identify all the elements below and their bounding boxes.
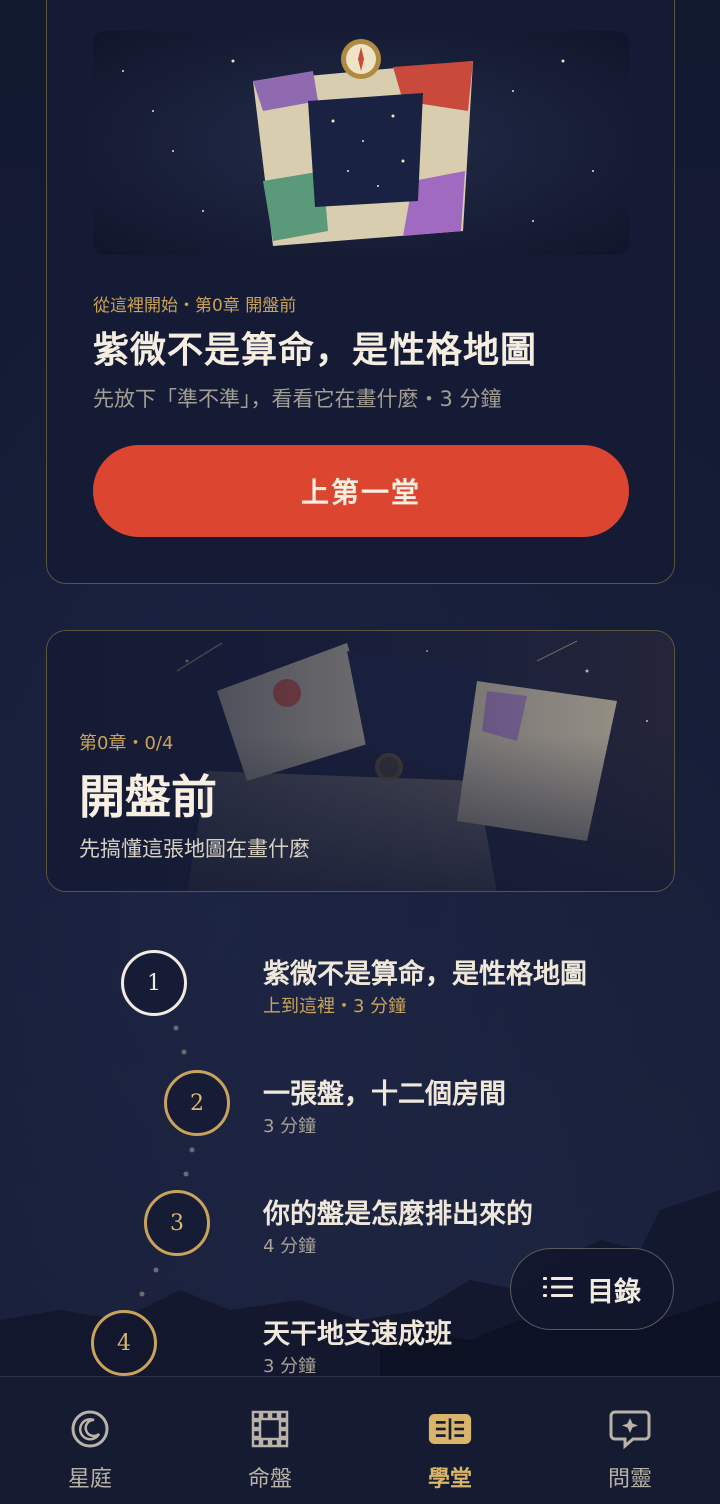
lesson-item-meta-1: 上到這裡・3 分鐘	[263, 996, 407, 1017]
chapter-title: 開盤前	[79, 770, 217, 824]
moon-icon	[68, 1407, 112, 1451]
lesson-node-1[interactable]: 1	[121, 950, 187, 1016]
chapter-progress: 第0章・0/4	[79, 733, 174, 754]
list-icon	[543, 1275, 573, 1303]
lesson-node-2[interactable]: 2	[164, 1070, 230, 1136]
lesson-item-meta-2: 3 分鐘	[263, 1116, 317, 1137]
nav-label-academy: 學堂	[427, 1467, 472, 1492]
toc-label: 目錄	[587, 1276, 641, 1308]
lesson-item-title-1[interactable]: 紫微不是算命，是性格地圖	[263, 952, 587, 991]
lesson-node-4[interactable]: 4	[91, 1310, 157, 1376]
nav-item-chart[interactable]: 命盤	[180, 1377, 360, 1504]
lesson-item-meta-3: 4 分鐘	[263, 1236, 317, 1257]
chapter-subtitle: 先搞懂這張地圖在畫什麼	[79, 837, 310, 861]
book-icon	[428, 1407, 472, 1451]
lesson-node-3[interactable]: 3	[144, 1190, 210, 1256]
nav-item-courtyard[interactable]: 星庭	[0, 1377, 180, 1504]
nav-label-chart: 命盤	[247, 1467, 292, 1492]
table-of-contents-button[interactable]: 目錄	[510, 1248, 674, 1330]
lesson-illustration	[93, 31, 629, 255]
lesson-item-title-4[interactable]: 天干地支速成班	[263, 1312, 452, 1351]
lesson-item-title-3[interactable]: 你的盤是怎麼排出來的	[263, 1192, 533, 1231]
lesson-title: 紫微不是算命，是性格地圖	[93, 329, 538, 371]
nav-label-courtyard: 星庭	[67, 1467, 112, 1492]
nav-item-oracle[interactable]: 問靈	[540, 1377, 720, 1504]
nav-item-academy[interactable]: 學堂	[360, 1377, 540, 1504]
lesson-subtitle: 先放下「準不準」，看看它在畫什麼・3 分鐘	[93, 387, 502, 411]
nav-label-oracle: 問靈	[607, 1467, 652, 1492]
lesson-item-meta-4: 3 分鐘	[263, 1356, 317, 1377]
chapter-card[interactable]: 第0章・0/4 開盤前 先搞懂這張地圖在畫什麼	[46, 630, 675, 892]
bottom-navigation: 星庭 命盤 學堂 問靈	[0, 1376, 720, 1504]
featured-lesson-card[interactable]: 從這裡開始・第0章 開盤前 紫微不是算命，是性格地圖 先放下「準不準」，看看它在…	[46, 0, 675, 584]
lesson-kicker: 從這裡開始・第0章 開盤前	[93, 296, 297, 316]
grid-chart-icon	[248, 1407, 292, 1451]
start-first-lesson-button[interactable]: 上第一堂	[93, 445, 629, 537]
lesson-item-title-2[interactable]: 一張盤，十二個房間	[263, 1072, 506, 1111]
chat-star-icon	[608, 1407, 652, 1451]
